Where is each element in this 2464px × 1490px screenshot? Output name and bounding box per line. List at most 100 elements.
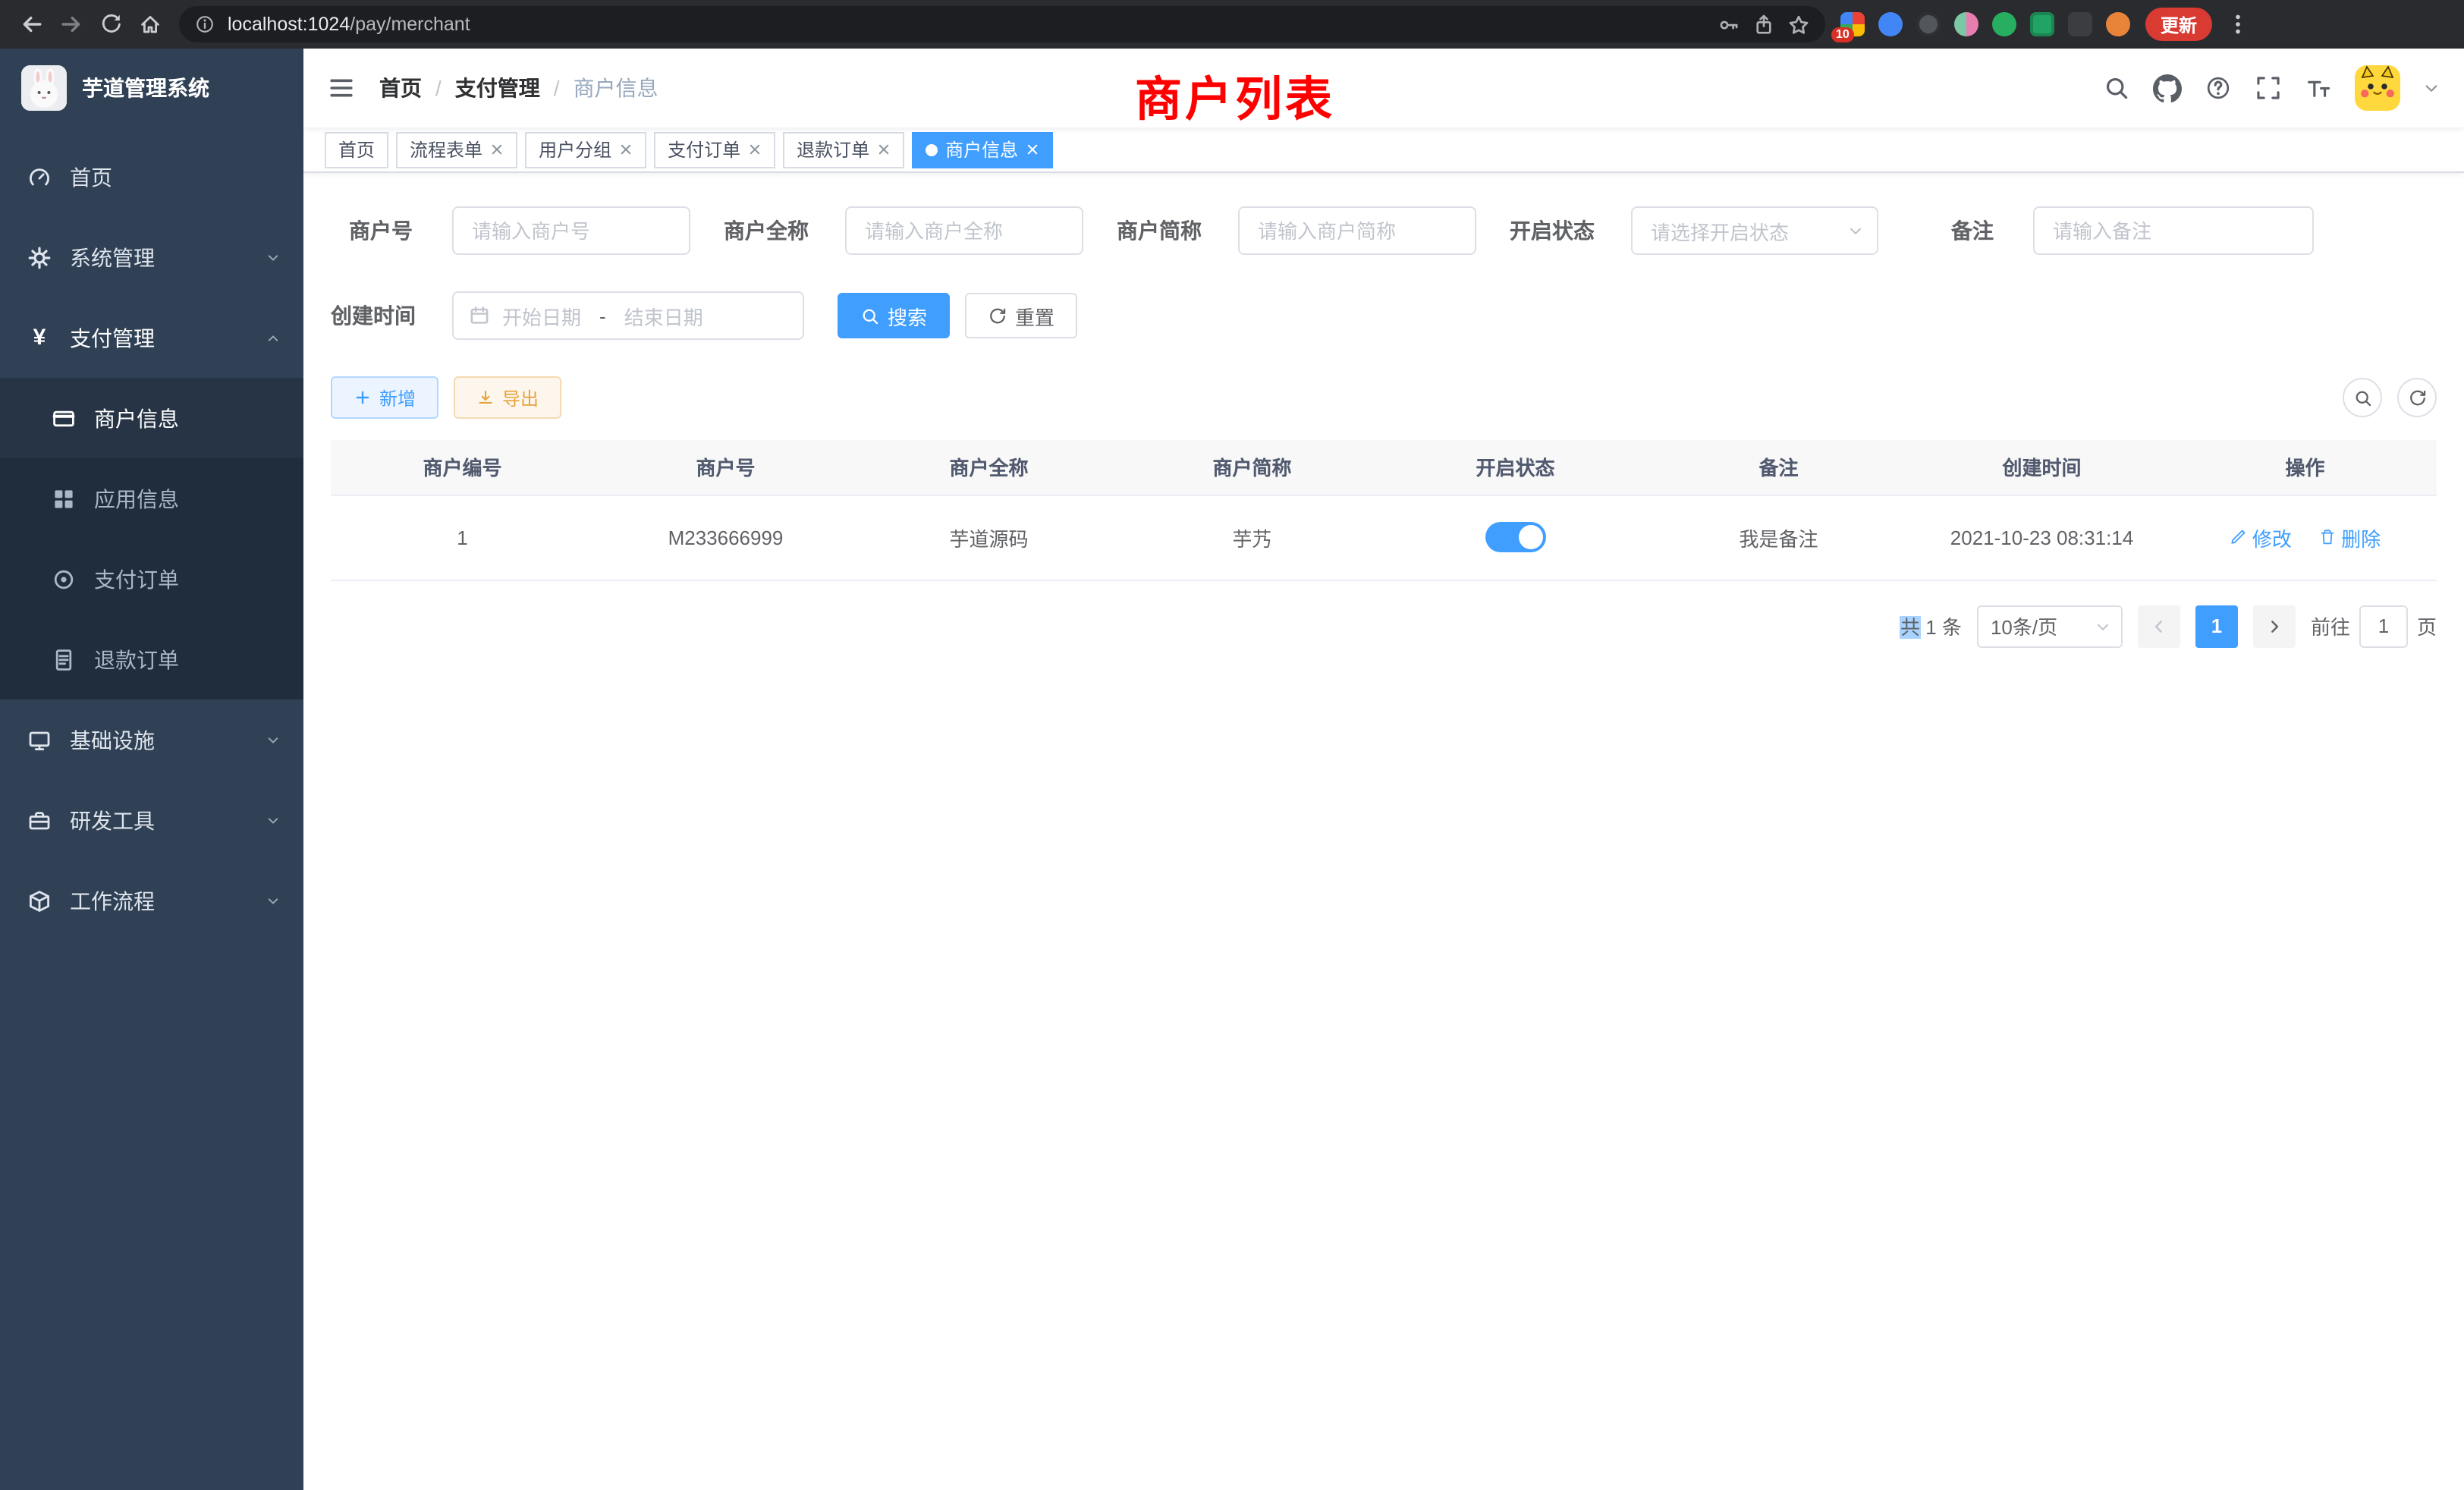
column-header: 开启状态 (1384, 440, 1647, 495)
status-toggle[interactable] (1485, 522, 1546, 552)
pagination-total-rest: 1 条 (1925, 616, 1962, 639)
export-button[interactable]: 导出 (454, 376, 561, 419)
sidebar-item-home[interactable]: 首页 (0, 137, 303, 217)
gear-icon (27, 245, 52, 269)
extension-icon-8[interactable] (2106, 12, 2130, 36)
edit-button[interactable]: 修改 (2230, 523, 2292, 552)
prev-page-button[interactable] (2138, 605, 2180, 647)
extension-icon-1[interactable]: 10 (1840, 12, 1865, 36)
tab-process-form[interactable]: 流程表单 (396, 131, 517, 168)
app-logo-row[interactable]: 芋道管理系统 (0, 49, 303, 127)
font-size-icon[interactable] (2305, 74, 2332, 102)
sidebar-item-app-info[interactable]: 应用信息 (0, 458, 303, 539)
cell-merchant-id: 1 (331, 495, 594, 580)
extension-icon-7[interactable] (2068, 12, 2092, 36)
status-select-placeholder: 请选择开启状态 (1651, 216, 1789, 245)
browser-update-button[interactable]: 更新 (2145, 8, 2212, 41)
remark-input[interactable] (2033, 206, 2314, 255)
reset-button[interactable]: 重置 (965, 293, 1077, 338)
tab-merchant-info[interactable]: 商户信息 (912, 131, 1053, 168)
sidebar-item-infrastructure[interactable]: 基础设施 (0, 699, 303, 780)
merchant-no-input[interactable] (452, 206, 690, 255)
browser-home-icon[interactable] (130, 5, 170, 44)
url-text: localhost:1024/pay/merchant (228, 14, 1705, 35)
extension-icon-4[interactable] (1954, 12, 1978, 36)
tab-close-icon[interactable] (877, 143, 891, 156)
sidebar-item-label: 应用信息 (94, 483, 179, 514)
pagination-goto: 前往 页 (2311, 605, 2437, 647)
status-select[interactable]: 请选择开启状态 (1631, 206, 1878, 255)
extension-icon-5[interactable] (1992, 12, 2016, 36)
full-name-input[interactable] (845, 206, 1083, 255)
fullscreen-icon[interactable] (2255, 74, 2282, 102)
goto-page-input[interactable] (2359, 605, 2408, 647)
tab-close-icon[interactable] (1026, 143, 1039, 156)
page-info-icon[interactable] (194, 14, 215, 35)
add-button[interactable]: 新增 (331, 376, 438, 419)
chevron-down-icon (2094, 617, 2112, 635)
filter-merchant-no: 商户号 (331, 206, 690, 255)
browser-address-bar[interactable]: localhost:1024/pay/merchant (179, 6, 1825, 42)
short-name-input[interactable] (1238, 206, 1476, 255)
pagination-total: 共 1 条 (1900, 611, 1962, 640)
target-icon (52, 567, 76, 591)
tab-refund-order[interactable]: 退款订单 (783, 131, 904, 168)
tab-close-icon[interactable] (748, 143, 762, 156)
share-icon[interactable] (1752, 13, 1775, 36)
user-avatar[interactable] (2355, 65, 2400, 111)
sidebar-item-pay-order[interactable]: 支付订单 (0, 539, 303, 619)
date-range-picker[interactable]: 开始日期 - 结束日期 (452, 291, 804, 340)
toggle-search-icon[interactable] (2343, 378, 2382, 417)
tab-user-group[interactable]: 用户分组 (525, 131, 646, 168)
breadcrumb-home[interactable]: 首页 (379, 73, 422, 103)
app-logo-image (21, 65, 67, 111)
sidebar-item-system[interactable]: 系统管理 (0, 217, 303, 297)
column-header: 创建时间 (1910, 440, 2173, 495)
extension-icon-6[interactable] (2030, 12, 2054, 36)
refresh-icon[interactable] (2397, 378, 2437, 417)
browser-forward-icon[interactable] (52, 5, 91, 44)
tab-close-icon[interactable] (619, 143, 633, 156)
extension-icon-3[interactable] (1916, 12, 1941, 36)
delete-button[interactable]: 删除 (2318, 523, 2381, 552)
browser-back-icon[interactable] (12, 5, 52, 44)
sidebar-item-refund-order[interactable]: 退款订单 (0, 619, 303, 699)
cell-operations: 修改 删除 (2173, 495, 2437, 580)
page-size-select[interactable]: 10条/页 (1977, 605, 2123, 647)
monitor-icon (27, 728, 52, 752)
bookmark-star-icon[interactable] (1787, 13, 1810, 36)
filter-label: 商户简称 (1117, 215, 1238, 246)
user-menu-caret-icon[interactable] (2423, 80, 2440, 96)
calendar-icon (469, 305, 490, 326)
cell-create-time: 2021-10-23 08:31:14 (1910, 495, 2173, 580)
extension-icon-2[interactable] (1878, 12, 1903, 36)
browser-reload-icon[interactable] (91, 5, 130, 44)
box-icon (27, 888, 52, 913)
filter-create-time: 创建时间 开始日期 - 结束日期 (331, 291, 804, 340)
search-icon[interactable] (2103, 74, 2130, 102)
sidebar-toggle-icon[interactable] (328, 74, 355, 102)
next-page-button[interactable] (2253, 605, 2296, 647)
sidebar-item-workflow[interactable]: 工作流程 (0, 860, 303, 941)
column-header: 备注 (1647, 440, 1910, 495)
filter-form-row-1: 商户号 商户全称 商户简称 开启状态 请选择开启状态 (331, 206, 2437, 255)
tab-pay-order[interactable]: 支付订单 (654, 131, 775, 168)
breadcrumb-current: 商户信息 (574, 73, 658, 103)
pagination: 共 1 条 10条/页 1 前往 (331, 605, 2437, 647)
filter-label: 开启状态 (1510, 215, 1631, 246)
breadcrumb-section: 支付管理 (455, 73, 540, 103)
sidebar-item-dev-tools[interactable]: 研发工具 (0, 780, 303, 860)
tab-home[interactable]: 首页 (325, 131, 388, 168)
sidebar-item-label: 系统管理 (70, 242, 155, 272)
tab-close-icon[interactable] (490, 143, 504, 156)
browser-menu-icon[interactable] (2218, 5, 2258, 44)
sidebar-item-payment[interactable]: ¥ 支付管理 (0, 297, 303, 378)
help-icon[interactable] (2205, 74, 2232, 102)
password-key-icon[interactable] (1718, 13, 1740, 36)
sidebar-item-merchant-info[interactable]: 商户信息 (0, 378, 303, 458)
filter-label: 商户全称 (724, 215, 845, 246)
search-button[interactable]: 搜索 (838, 293, 950, 338)
page-number-button[interactable]: 1 (2195, 605, 2238, 647)
github-icon[interactable] (2153, 74, 2182, 102)
screenshot-root: localhost:1024/pay/merchant 10 更新 (0, 0, 2464, 1490)
